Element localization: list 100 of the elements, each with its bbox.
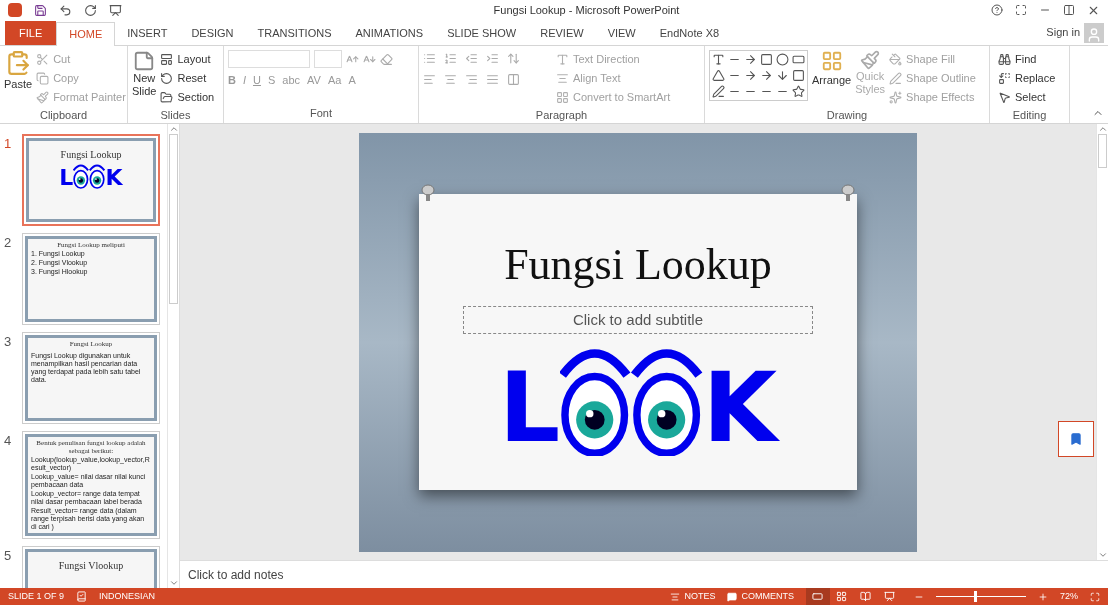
arrange-button[interactable]: Arrange	[812, 50, 852, 89]
view-icon	[884, 591, 896, 602]
shape-icon[interactable]	[712, 69, 725, 82]
paragraph-icon[interactable]	[507, 52, 520, 65]
ribbon-button[interactable]: Replace	[994, 69, 1060, 88]
undo-icon[interactable]	[59, 3, 72, 17]
paragraph-icon[interactable]	[423, 73, 436, 86]
font-name-field[interactable]	[228, 50, 310, 68]
shape-icon[interactable]	[760, 69, 773, 82]
shape-icon[interactable]	[712, 85, 725, 98]
slide-icon	[133, 50, 156, 72]
thumbnail-title: Fungsi Lookup	[59, 148, 123, 162]
shape-icon[interactable]	[744, 69, 757, 82]
notes-icon	[670, 591, 681, 602]
ribbon-icon	[889, 91, 903, 104]
sign-in-link[interactable]: Sign in	[1046, 23, 1080, 40]
display-options-icon[interactable]	[1015, 4, 1027, 16]
ribbon-tab[interactable]: VIEW	[595, 21, 648, 45]
view-icon	[860, 591, 872, 602]
language-label[interactable]: INDONESIAN	[99, 589, 156, 604]
paragraph-icon[interactable]	[444, 73, 457, 86]
restore-icon[interactable]	[1063, 4, 1075, 16]
ribbon-tab[interactable]: EndNote X8	[647, 21, 732, 45]
pin-icon	[421, 184, 435, 202]
slide-number: 2	[4, 234, 13, 252]
ribbon-button[interactable]: Find	[994, 50, 1060, 69]
slideshow-icon[interactable]	[109, 3, 122, 17]
zoom-in-icon[interactable]	[1038, 591, 1048, 602]
shape-icon[interactable]	[712, 53, 725, 66]
zoom-reading: 72%	[1060, 589, 1078, 603]
scroll-down-icon[interactable]	[1097, 550, 1108, 560]
view-icon	[836, 591, 848, 602]
shapes-gallery[interactable]	[709, 50, 808, 101]
slide-thumbnail[interactable]	[22, 431, 160, 539]
spelling-icon[interactable]	[76, 591, 88, 602]
ribbon-icon	[998, 72, 1011, 85]
ribbon-tab[interactable]: REVIEW	[528, 21, 596, 45]
window-title: Fungsi Lookup - Microsoft PowerPoint	[492, 2, 681, 18]
eyes-drawing	[73, 162, 106, 189]
notes-button[interactable]: NOTES	[670, 589, 716, 604]
ribbon-button[interactable]: Reset	[156, 69, 219, 88]
ribbon-tab[interactable]: SLIDE SHOW	[435, 21, 529, 45]
ribbon-tab[interactable]: HOME	[56, 22, 116, 46]
paragraph-icon[interactable]	[507, 73, 520, 86]
ribbon-icon	[36, 72, 50, 85]
shape-icon[interactable]	[776, 69, 789, 82]
scroll-up-icon[interactable]	[168, 124, 179, 134]
paragraph-icon[interactable]	[444, 52, 457, 65]
paragraph-icon[interactable]	[423, 52, 436, 65]
save-icon[interactable]	[34, 3, 47, 17]
logo-letter: K	[105, 166, 123, 189]
bookmark-button[interactable]	[1058, 421, 1094, 457]
scroll-thumb[interactable]	[169, 134, 178, 304]
slide-thumbnail[interactable]: Fungsi Lookup L K	[22, 134, 160, 226]
subtitle-placeholder[interactable]: Click to add subtitle	[463, 306, 813, 334]
zoom-thumb[interactable]	[973, 591, 977, 602]
ribbon-icon	[556, 91, 569, 104]
group-label: Drawing	[825, 108, 869, 123]
paragraph-icon[interactable]	[486, 52, 499, 65]
logo-letter: K	[702, 359, 778, 456]
paste-button[interactable]: Paste	[4, 50, 33, 93]
redo-icon[interactable]	[84, 3, 97, 17]
ribbon-button[interactable]: Section	[156, 88, 219, 107]
group-label: Slides	[159, 108, 192, 123]
clear-format-icon[interactable]	[380, 52, 393, 66]
shape-icon[interactable]	[792, 69, 805, 82]
comment-icon	[727, 591, 738, 602]
shape-icon[interactable]	[760, 53, 773, 66]
shape-icon[interactable]	[776, 53, 789, 66]
ribbon-button[interactable]: Layout	[156, 50, 219, 69]
ribbon-tab[interactable]: ANIMATIONS	[343, 21, 436, 45]
help-icon[interactable]	[991, 4, 1003, 16]
paragraph-icon[interactable]	[465, 73, 478, 86]
comments-button[interactable]: COMMENTS	[727, 589, 794, 604]
ribbon-tab[interactable]: DESIGN	[179, 21, 246, 45]
clipboard-icon	[5, 50, 32, 76]
ribbon-tab[interactable]: FILE	[5, 21, 57, 45]
font-size-field[interactable]	[314, 50, 342, 68]
scroll-down-icon[interactable]	[168, 578, 179, 588]
scroll-thumb[interactable]	[1098, 134, 1107, 168]
group-label: Clipboard	[38, 108, 89, 123]
paragraph-icon[interactable]	[486, 73, 499, 86]
paragraph-icon[interactable]	[465, 52, 478, 65]
bookmark-icon	[1069, 432, 1083, 446]
shape-icon[interactable]	[744, 53, 757, 66]
group-label: Font	[309, 105, 333, 121]
logo-letter: L	[498, 359, 561, 456]
slide-title[interactable]: Fungsi Lookup	[504, 232, 772, 298]
shape-icon[interactable]	[792, 85, 805, 98]
ribbon-tab[interactable]: TRANSITIONS	[245, 21, 344, 45]
slide-thumbnail[interactable]: Fungsi Vlookup	[22, 546, 160, 588]
fit-slide-icon[interactable]	[1090, 591, 1100, 602]
view-button[interactable]	[806, 588, 830, 605]
shape-icon[interactable]	[792, 53, 805, 66]
notes-pane[interactable]: Click to add notes	[180, 560, 1108, 588]
squares-icon	[820, 50, 843, 72]
scroll-up-icon[interactable]	[1097, 124, 1108, 134]
ribbon-tab[interactable]: INSERT	[115, 21, 180, 45]
ribbon-button[interactable]: Select	[994, 88, 1060, 107]
new-slide-button[interactable]: New Slide	[132, 50, 157, 98]
